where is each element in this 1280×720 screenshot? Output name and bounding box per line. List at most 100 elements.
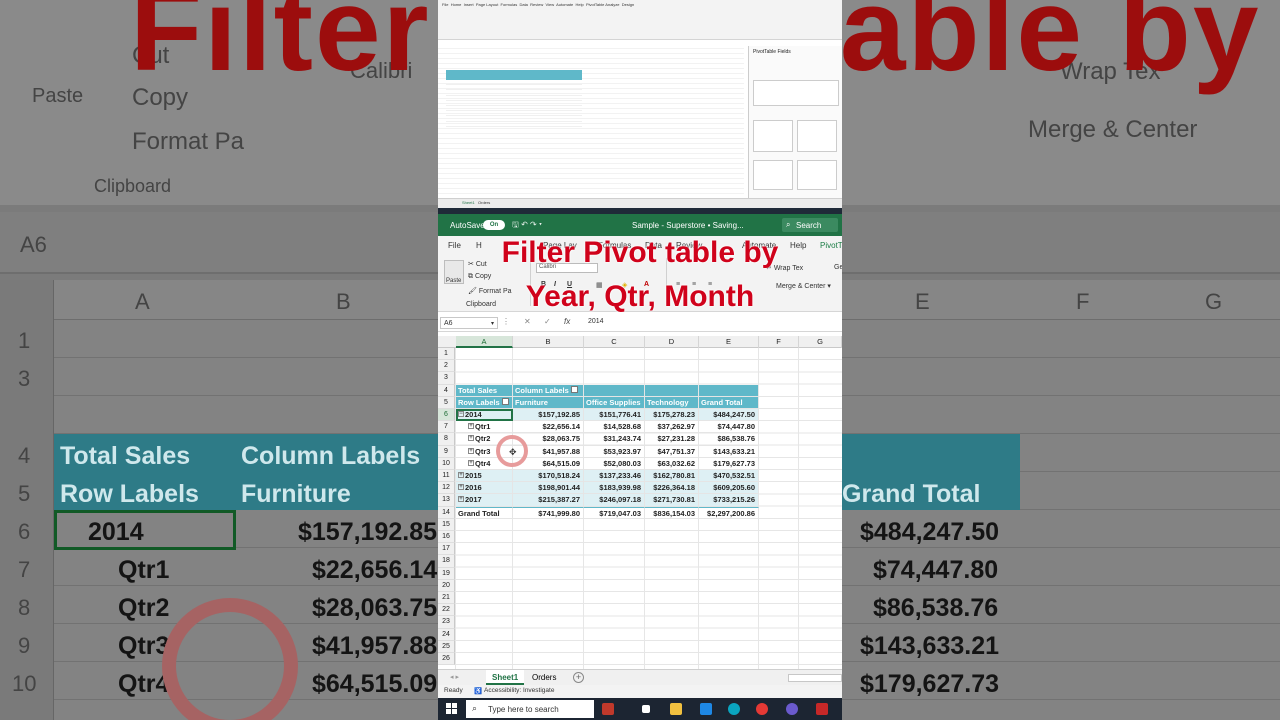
column-header[interactable]: E [699, 336, 759, 348]
search-box[interactable]: ⌕ Search [782, 218, 838, 232]
windows-start-icon[interactable] [446, 703, 457, 714]
preview-tab[interactable]: Review [530, 2, 543, 7]
pivot-value-cell[interactable]: $86,538.76 [699, 433, 759, 446]
row-header[interactable]: 6 [438, 409, 455, 422]
preview-tab[interactable]: Design [622, 2, 634, 7]
preview-tab[interactable]: Data [519, 2, 527, 7]
pivot-row-labels[interactable]: Row Labels [456, 396, 513, 409]
row-header[interactable]: 17 [438, 543, 455, 556]
row-header[interactable]: 21 [438, 592, 455, 605]
formula-input[interactable]: 2014 [588, 318, 604, 325]
expand-icon[interactable]: + [468, 459, 474, 466]
pivot-value-cell[interactable]: $175,278.23 [645, 409, 699, 422]
preview-tab[interactable]: Automate [556, 2, 573, 7]
pivot-category-header[interactable]: Technology [645, 396, 699, 409]
pivot-value-cell[interactable]: $22,656.14 [513, 421, 584, 434]
row-header[interactable]: 12 [438, 482, 455, 495]
pivot-value-cell[interactable]: $137,233.46 [584, 470, 645, 483]
grand-total-value[interactable]: $741,999.80 [513, 506, 584, 519]
row-header[interactable]: 26 [438, 653, 455, 666]
status-accessibility[interactable]: Accessibility: Investigate [484, 687, 554, 694]
sheet-tab-sheet1[interactable]: Sheet1 [486, 670, 525, 685]
column-header[interactable]: C [584, 336, 645, 348]
row-header[interactable]: 25 [438, 640, 455, 653]
pivot-value-cell[interactable]: $226,364.18 [645, 482, 699, 495]
pivot-value-cell[interactable]: $151,776.41 [584, 409, 645, 422]
pivot-value-cell[interactable]: $47,751.37 [645, 445, 699, 458]
worksheet[interactable]: ABCDEFG 1 2 3 4 5 6 7 8 9 10 11 12 13 14 15 16 17 18 19 20 2… [438, 336, 842, 669]
row-header[interactable]: 10 [438, 457, 455, 470]
edge-icon[interactable] [728, 703, 740, 715]
cancel-icon[interactable]: ✕ [524, 317, 531, 326]
pivot-year-row-label[interactable]: +2016 [456, 482, 513, 495]
preview-tab[interactable]: PivotTable Analyze [586, 2, 620, 7]
sheet-nav-icons[interactable]: ◂ ▸ [450, 673, 459, 681]
pivot-value-cell[interactable]: $143,633.21 [699, 445, 759, 458]
preview-tab[interactable]: Formulas [501, 2, 518, 7]
pivot-category-header[interactable]: Furniture [513, 396, 584, 409]
grand-total-value[interactable]: $2,297,200.86 [699, 506, 759, 519]
customize-dropdown-icon[interactable]: ▾ [539, 220, 542, 229]
add-sheet-button[interactable]: + [573, 672, 584, 683]
pivot-values-label[interactable]: Total Sales [456, 384, 513, 397]
pivot-value-cell[interactable]: $198,901.44 [513, 482, 584, 495]
column-header[interactable]: D [645, 336, 699, 348]
row-header[interactable]: 5 [438, 396, 455, 409]
column-header[interactable]: F [759, 336, 799, 348]
pivot-value-cell[interactable]: $27,231.28 [645, 433, 699, 446]
pivot-value-cell[interactable]: $215,387.27 [513, 494, 584, 507]
row-header[interactable]: 2 [438, 360, 455, 373]
pivot-header-blank[interactable] [645, 384, 699, 397]
pivot-year-row-label[interactable]: +2015 [456, 470, 513, 483]
enter-icon[interactable]: ✓ [544, 317, 551, 326]
row-header[interactable]: 19 [438, 567, 455, 580]
pivot-value-cell[interactable]: $53,923.97 [584, 445, 645, 458]
expand-icon[interactable]: + [458, 472, 464, 479]
pivot-value-cell[interactable]: $170,518.24 [513, 470, 584, 483]
pivot-value-cell[interactable]: $162,780.81 [645, 470, 699, 483]
row-header[interactable]: 13 [438, 494, 455, 507]
row-header[interactable]: 23 [438, 616, 455, 629]
preview-tab[interactable]: Insert [464, 2, 474, 7]
pivot-category-header[interactable]: Grand Total [699, 396, 759, 409]
row-header[interactable]: 16 [438, 531, 455, 544]
preview-tab[interactable]: File [442, 2, 448, 7]
pivot-value-cell[interactable]: $37,262.97 [645, 421, 699, 434]
row-header[interactable]: 7 [438, 421, 455, 434]
column-header[interactable]: A [456, 336, 513, 348]
taskbar-search[interactable]: ⌕ Type here to search [466, 700, 594, 718]
row-header[interactable]: 9 [438, 445, 455, 458]
preview-sheet-tab[interactable]: Sheet1 [462, 200, 475, 205]
row-header[interactable]: 20 [438, 579, 455, 592]
row-filter-dropdown-icon[interactable] [501, 398, 509, 406]
pivot-value-cell[interactable]: $14,528.68 [584, 421, 645, 434]
pivot-qtr-row-label[interactable]: + Qtr1 [456, 421, 513, 434]
row-header[interactable]: 14 [438, 506, 455, 519]
collapse-icon[interactable]: − [458, 411, 464, 418]
pdf-reader-icon[interactable] [816, 703, 828, 715]
pivot-category-header[interactable]: Office Supplies [584, 396, 645, 409]
column-filter-dropdown-icon[interactable] [570, 386, 578, 394]
autosave-toggle[interactable]: On [483, 220, 505, 230]
row-header[interactable]: 11 [438, 470, 455, 483]
pivot-value-cell[interactable]: $31,243.74 [584, 433, 645, 446]
expand-icon[interactable]: + [458, 484, 464, 491]
pivot-value-cell[interactable]: $271,730.81 [645, 494, 699, 507]
row-header[interactable]: 1 [438, 348, 455, 361]
expand-icon[interactable]: + [468, 435, 474, 442]
task-view-icon[interactable] [642, 705, 650, 713]
chrome-icon[interactable] [756, 703, 768, 715]
mail-icon[interactable] [700, 703, 712, 715]
preview-tab[interactable]: Page Layout [476, 2, 498, 7]
pivot-value-cell[interactable]: $183,939.98 [584, 482, 645, 495]
sheet-tab-orders[interactable]: Orders [526, 670, 562, 685]
app-icon[interactable] [786, 703, 798, 715]
column-header[interactable]: G [799, 336, 842, 348]
row-header[interactable]: 3 [438, 372, 455, 385]
pivot-value-cell[interactable]: $246,097.18 [584, 494, 645, 507]
row-header[interactable]: 4 [438, 384, 455, 397]
horizontal-scrollbar[interactable] [788, 674, 842, 682]
row-header[interactable]: 22 [438, 604, 455, 617]
expand-icon[interactable]: + [468, 423, 474, 430]
file-explorer-icon[interactable] [670, 703, 682, 715]
